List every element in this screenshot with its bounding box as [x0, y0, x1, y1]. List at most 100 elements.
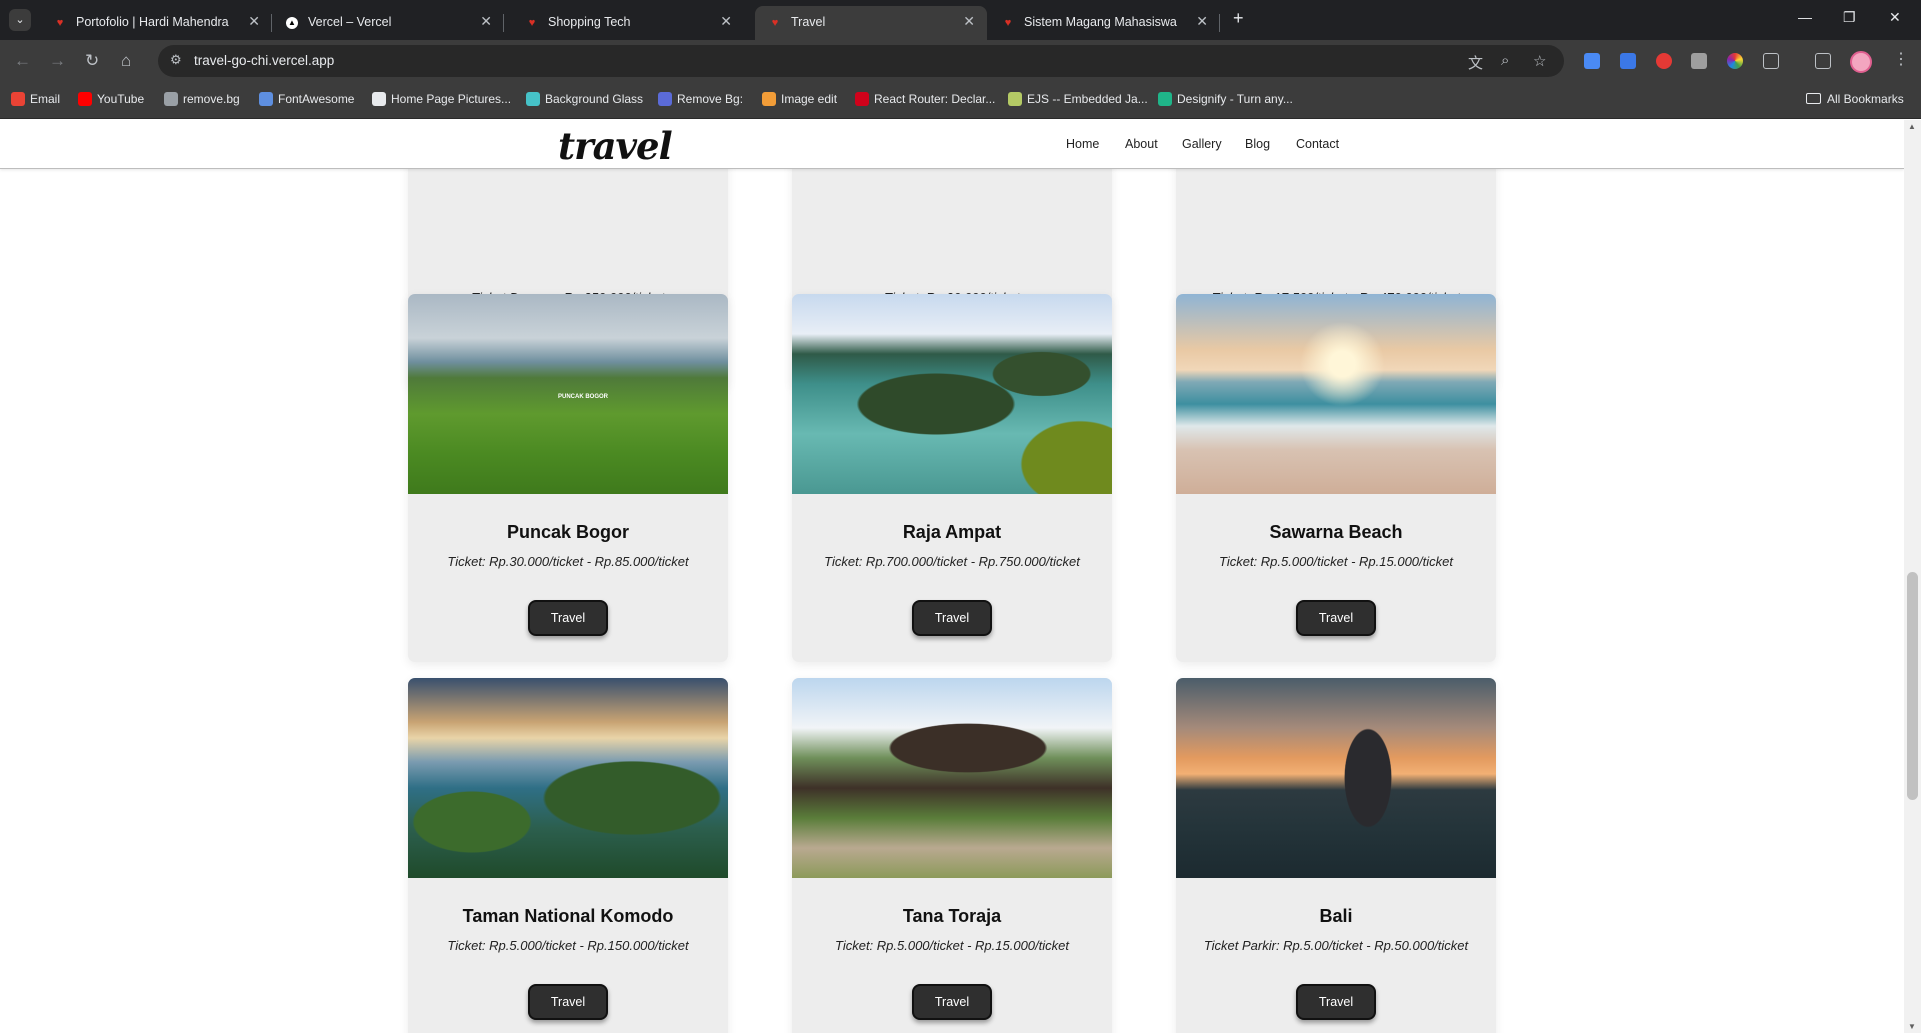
- tab-title: Sistem Magang Mahasiswa: [1024, 15, 1177, 29]
- pictures-icon: [372, 92, 386, 106]
- all-bookmarks-label: All Bookmarks: [1827, 92, 1904, 106]
- card-title: Sawarna Beach: [1269, 522, 1403, 542]
- scroll-up-arrow-icon[interactable]: ▲: [1908, 122, 1916, 131]
- bookmark-background-glass[interactable]: Background Glass: [526, 92, 643, 106]
- bookmark-label: Background Glass: [545, 92, 644, 106]
- site-info-icon[interactable]: ⚙: [170, 52, 182, 68]
- close-tab-icon[interactable]: ✕: [1196, 13, 1208, 30]
- zoom-icon[interactable]: ⌕: [1501, 52, 1509, 69]
- close-tab-icon[interactable]: ✕: [720, 13, 732, 30]
- card-price: Ticket: Rp.5.000/ticket - Rp.15.000/tick…: [835, 938, 1069, 953]
- bookmark-star-icon[interactable]: ☆: [1533, 52, 1546, 70]
- site-logo[interactable]: travel: [558, 124, 673, 168]
- tab-travel[interactable]: ♥ Travel ✕: [755, 6, 987, 40]
- tana-toraja-photo: [792, 678, 1112, 878]
- gmail-icon: [11, 92, 25, 106]
- image-edit-icon: [762, 92, 776, 106]
- address-bar[interactable]: ⚙ travel-go-chi.vercel.app 文 ⌕ ☆: [158, 45, 1564, 77]
- bookmark-label: Email: [30, 92, 61, 106]
- bookmark-label: YouTube: [97, 92, 145, 106]
- card-title: Bali: [1319, 906, 1353, 926]
- bookmark-label: FontAwesome: [278, 92, 355, 106]
- bookmark-react-router[interactable]: React Router: Declar...: [855, 92, 995, 106]
- extension-translate-icon[interactable]: [1620, 53, 1636, 69]
- card-title: Puncak Bogor: [506, 522, 630, 542]
- tab-separator: [503, 14, 504, 32]
- folder-icon: [1806, 93, 1821, 104]
- tab-strip: ⌄ ♥ Portofolio | Hardi Mahendra ✕ ▲ Verc…: [0, 0, 1921, 40]
- card-title: Taman National Komodo: [462, 906, 674, 926]
- bookmark-image-edit[interactable]: Image edit: [762, 92, 837, 106]
- restore-icon[interactable]: ❐: [1843, 9, 1856, 26]
- puncak-bogor-sign: PUNCAK BOGOR: [558, 394, 609, 400]
- bookmark-youtube[interactable]: YouTube: [78, 92, 144, 106]
- travel-favicon-icon: ♥: [771, 17, 779, 29]
- scroll-down-arrow-icon[interactable]: ▼: [1908, 1022, 1916, 1031]
- back-icon[interactable]: ←: [14, 51, 31, 71]
- close-tab-icon[interactable]: ✕: [248, 13, 260, 30]
- bookmark-remove-bg[interactable]: Remove Bg:: [658, 92, 743, 106]
- destination-card-puncak-bogor: PUNCAK BOGOR Puncak Bogor Ticket: Rp.30.…: [408, 294, 728, 662]
- tab-portfolio[interactable]: ♥ Portofolio | Hardi Mahendra ✕: [40, 6, 272, 40]
- bookmark-fontawesome[interactable]: FontAwesome: [259, 92, 354, 106]
- extension-color-icon[interactable]: [1727, 53, 1743, 69]
- close-tab-icon[interactable]: ✕: [480, 13, 492, 30]
- close-tab-icon[interactable]: ✕: [963, 13, 975, 30]
- extension-gray-icon[interactable]: [1691, 53, 1707, 69]
- close-window-icon[interactable]: ✕: [1889, 9, 1901, 26]
- new-tab-button[interactable]: +: [1233, 8, 1244, 29]
- profile-avatar[interactable]: [1850, 51, 1872, 73]
- nav-blog[interactable]: Blog: [1245, 137, 1270, 151]
- bookmark-label: Home Page Pictures...: [391, 92, 512, 106]
- travel-button[interactable]: Travel: [528, 600, 608, 636]
- page-scrollbar[interactable]: ▲ ▼: [1904, 120, 1921, 1033]
- tab-sistem-magang[interactable]: ♥ Sistem Magang Mahasiswa ✕: [988, 6, 1220, 40]
- fontawesome-icon: [259, 92, 273, 106]
- tab-shopping-tech[interactable]: ♥ Shopping Tech ✕: [512, 6, 744, 40]
- home-icon[interactable]: ⌂: [121, 51, 131, 71]
- scrollbar-thumb[interactable]: [1907, 572, 1918, 800]
- card-price: Ticket Parkir: Rp.5.00/ticket - Rp.50.00…: [1203, 938, 1469, 953]
- destination-card-taman-national-komodo: Taman National Komodo Ticket: Rp.5.000/t…: [408, 678, 728, 1033]
- extension-red-icon[interactable]: [1656, 53, 1672, 69]
- destination-card-sawarna-beach: Sawarna Beach Ticket: Rp.5.000/ticket - …: [1176, 294, 1496, 662]
- minimize-icon[interactable]: —: [1798, 9, 1812, 25]
- card-title: Raja Ampat: [902, 522, 1002, 542]
- nav-contact[interactable]: Contact: [1296, 137, 1339, 151]
- url-text[interactable]: travel-go-chi.vercel.app: [194, 53, 334, 68]
- travel-button[interactable]: Travel: [1296, 600, 1376, 636]
- site-navbar: travel Home About Gallery Blog Contact: [0, 120, 1904, 169]
- raja-ampat-photo: [792, 294, 1112, 494]
- tab-title: Travel: [791, 15, 826, 29]
- tab-search-button[interactable]: ⌄: [9, 9, 31, 31]
- tab-vercel[interactable]: ▲ Vercel – Vercel ✕: [272, 6, 504, 40]
- forward-icon[interactable]: →: [49, 51, 66, 71]
- destination-card-raja-ampat: Raja Ampat Ticket: Rp.700.000/ticket - R…: [792, 294, 1112, 662]
- all-bookmarks-button[interactable]: All Bookmarks: [1806, 92, 1904, 106]
- nav-home[interactable]: Home: [1066, 137, 1099, 151]
- side-panel-icon[interactable]: [1815, 53, 1831, 69]
- browser-menu-icon[interactable]: ⋮: [1893, 49, 1909, 69]
- extensions-puzzle-icon[interactable]: [1763, 53, 1779, 69]
- bookmarks-bar: Email YouTube remove.bg FontAwesome Home…: [0, 82, 1921, 119]
- bookmark-removebg[interactable]: remove.bg: [164, 92, 240, 106]
- bookmark-home-page-pictures[interactable]: Home Page Pictures...: [372, 92, 511, 106]
- card-price: Ticket: Rp.700.000/ticket - Rp.750.000/t…: [824, 554, 1080, 569]
- removebg-a-icon: [658, 92, 672, 106]
- translate-icon[interactable]: 文: [1468, 52, 1483, 73]
- bookmark-email[interactable]: Email: [11, 92, 60, 106]
- travel-button[interactable]: Travel: [912, 984, 992, 1020]
- bookmark-label: Remove Bg:: [677, 92, 744, 106]
- travel-button[interactable]: Travel: [912, 600, 992, 636]
- bookmark-ejs[interactable]: EJS -- Embedded Ja...: [1008, 92, 1148, 106]
- reload-icon[interactable]: ↻: [85, 51, 99, 71]
- bookmark-label: Image edit: [781, 92, 838, 106]
- nav-about[interactable]: About: [1125, 137, 1158, 151]
- travel-button[interactable]: Travel: [1296, 984, 1376, 1020]
- extension-docs-icon[interactable]: [1584, 53, 1600, 69]
- travel-button[interactable]: Travel: [528, 984, 608, 1020]
- destination-card-tana-toraja: Tana Toraja Ticket: Rp.5.000/ticket - Rp…: [792, 678, 1112, 1033]
- bookmark-designify[interactable]: Designify - Turn any...: [1158, 92, 1293, 106]
- card-price: Ticket: Rp.5.000/ticket - Rp.150.000/tic…: [447, 938, 689, 953]
- nav-gallery[interactable]: Gallery: [1182, 137, 1222, 151]
